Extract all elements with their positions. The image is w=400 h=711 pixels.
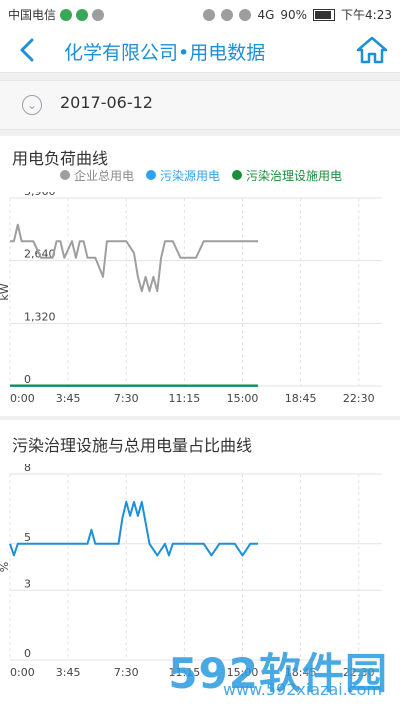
- x-tick-label: 11:15: [169, 392, 201, 405]
- legend-dot-treatment: [232, 170, 243, 180]
- legend-total[interactable]: 企业总用电: [60, 167, 134, 184]
- ratio-curve-title: 污染治理设施与总用电量占比曲线: [12, 436, 253, 455]
- status-bar: 中国电信 4G 90% 下午4:23: [0, 0, 400, 28]
- load-chart: 01,3202,6403,9600:003:457:3011:1515:0018…: [0, 192, 382, 405]
- legend-label-treatment: 污染治理设施用电: [246, 168, 343, 183]
- x-tick-label: 3:45: [56, 392, 81, 405]
- selected-date[interactable]: 2017-06-12: [60, 93, 153, 112]
- wechat-icon: [60, 8, 73, 21]
- key-icon: [239, 8, 252, 21]
- y-tick-label: 3: [24, 577, 31, 590]
- chevron-down-circle-icon[interactable]: ⌄: [22, 95, 42, 115]
- headphones-icon: [203, 8, 216, 21]
- signal-label: 4G: [257, 7, 275, 22]
- legend-pollution-source[interactable]: 污染源用电: [146, 167, 220, 184]
- y-tick-label: 0: [24, 373, 31, 386]
- y-tick-label: 8: [24, 464, 31, 474]
- carrier-name: 中国电信: [8, 8, 57, 22]
- legend-label-total: 企业总用电: [74, 168, 135, 183]
- status-right: 4G 90% 下午4:23: [203, 6, 392, 23]
- home-button[interactable]: [356, 34, 388, 66]
- y-tick-label: 5: [24, 531, 31, 544]
- legend-dot-total: [60, 170, 70, 180]
- home-icon: [356, 36, 388, 64]
- y-tick-label: 3,960: [24, 192, 56, 198]
- x-tick-label: 0:00: [10, 392, 35, 405]
- app-icon: [76, 8, 89, 21]
- x-tick-label: 22:30: [343, 392, 375, 405]
- x-tick-label: 7:30: [114, 392, 139, 405]
- legend-label-pollution-source: 污染源用电: [160, 168, 221, 183]
- status-left: 中国电信: [8, 6, 105, 23]
- watermark-url: www.592xiazai.com: [222, 680, 382, 699]
- x-tick-label: 0:00: [10, 666, 35, 679]
- page-title: 化学有限公司•用电数据: [64, 42, 266, 62]
- y-tick-label: 1,320: [24, 310, 56, 323]
- legend-dot-pollution-source: [146, 170, 157, 180]
- legend-treatment[interactable]: 污染治理设施用电: [232, 167, 342, 184]
- clock-time: 下午4:23: [341, 8, 392, 22]
- battery-fill: [315, 10, 332, 19]
- x-tick-label: 3:45: [56, 666, 81, 679]
- series-line-0: [9, 500, 258, 557]
- load-curve-card: 用电负荷曲线 企业总用电 污染源用电 污染治理设施用电 01,3202,6403…: [0, 136, 400, 416]
- battery-percent: 90%: [280, 7, 308, 22]
- y-axis-label: %: [0, 562, 11, 572]
- x-tick-label: 18:45: [285, 392, 317, 405]
- x-tick-label: 15:00: [227, 392, 259, 405]
- weather-icon: [92, 8, 105, 21]
- load-legend: 企业总用电 污染源用电 污染治理设施用电: [60, 166, 390, 184]
- date-row[interactable]: ⌄ 2017-06-12: [0, 80, 400, 130]
- alarm-icon: [221, 8, 234, 21]
- y-axis-label: kW: [0, 283, 11, 300]
- series-line-0: [10, 223, 258, 293]
- x-tick-label: 7:30: [114, 666, 139, 679]
- y-tick-label: 0: [24, 647, 31, 660]
- back-button[interactable]: [12, 34, 44, 66]
- battery-icon: [313, 8, 336, 21]
- chevron-left-icon: [20, 38, 34, 62]
- app-header: 化学有限公司•用电数据: [0, 28, 400, 73]
